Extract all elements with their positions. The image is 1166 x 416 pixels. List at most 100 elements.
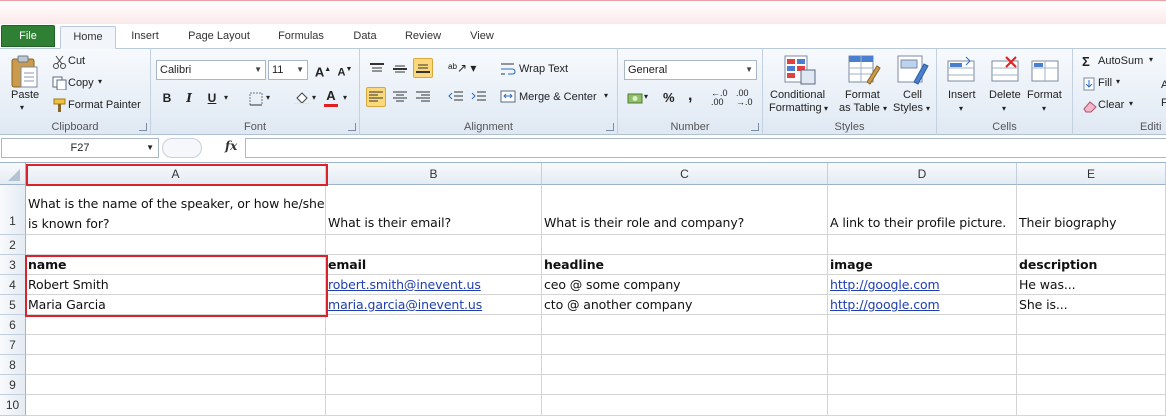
select-all-button[interactable] [0,163,26,185]
cell-e1[interactable]: Their biography [1017,185,1166,235]
cell-b2[interactable] [326,235,542,255]
grow-font-icon[interactable]: A▲ [313,60,333,80]
cell-e10[interactable] [1017,395,1166,416]
paste-button[interactable]: Paste [11,89,39,101]
cell-a8[interactable] [26,355,326,375]
row-header-7[interactable]: 7 [0,335,26,355]
cell-e8[interactable] [1017,355,1166,375]
insert-cells-dropdown-icon[interactable]: ▾ [959,104,963,113]
decrease-indent-icon[interactable] [448,90,464,104]
cell-e7[interactable] [1017,335,1166,355]
clear-button[interactable]: Clear [1098,99,1124,111]
format-painter-button[interactable]: Format Painter [68,99,141,111]
cell-a1[interactable]: What is the name of the speaker, or how … [26,185,326,235]
borders-icon[interactable] [249,92,265,106]
merge-center-dropdown-icon[interactable]: ▾ [604,91,608,100]
font-color-dropdown-icon[interactable]: ▾ [343,93,347,102]
cell-e4[interactable]: He was... [1017,275,1166,295]
tab-insert[interactable]: Insert [120,26,170,49]
cell-a5[interactable]: Maria Garcia [26,295,326,315]
clear-dropdown-icon[interactable]: ▾ [1129,99,1133,108]
cell-c8[interactable] [542,355,828,375]
number-launcher-icon[interactable] [751,123,759,131]
fill-dropdown-icon[interactable]: ▾ [1116,77,1120,86]
bold-button[interactable]: B [157,88,177,108]
font-family-select[interactable]: Calibri ▼ [156,60,266,80]
shrink-font-icon[interactable]: A▼ [335,60,355,80]
sort-filter-label-partial[interactable]: F [1161,97,1166,109]
conditional-formatting-dropdown-icon[interactable]: ▾ [824,104,828,113]
cell-a7[interactable] [26,335,326,355]
align-center-icon[interactable] [392,90,408,104]
cell-d6[interactable] [828,315,1017,335]
fill-color-dropdown-icon[interactable]: ▾ [312,93,316,102]
italic-button[interactable]: I [179,88,199,108]
column-header-b[interactable]: B [326,163,542,185]
fill-color-icon[interactable] [293,90,309,104]
cell-b10[interactable] [326,395,542,416]
alignment-launcher-icon[interactable] [606,123,614,131]
sort-filter-icon-partial[interactable]: A [1161,79,1166,91]
format-as-table-label-2[interactable]: as Table [839,102,880,114]
delete-cells-dropdown-icon[interactable]: ▾ [1002,104,1006,113]
cell-c4[interactable]: ceo @ some company [542,275,828,295]
row-header-8[interactable]: 8 [0,355,26,375]
tab-data[interactable]: Data [342,26,388,49]
cell-c3[interactable]: headline [542,255,828,275]
cell-c5[interactable]: cto @ another company [542,295,828,315]
cell-a3[interactable]: name [26,255,326,275]
insert-cells-button[interactable]: Insert [948,89,976,101]
cell-d1[interactable]: A link to their profile picture. [828,185,1017,235]
align-middle-icon[interactable] [392,62,408,76]
tab-page-layout[interactable]: Page Layout [178,26,260,49]
cell-b6[interactable] [326,315,542,335]
cell-b9[interactable] [326,375,542,395]
cell-styles-label-2[interactable]: Styles [893,102,923,114]
cell-c7[interactable] [542,335,828,355]
cell-e6[interactable] [1017,315,1166,335]
tab-file[interactable]: File [1,25,55,47]
cell-b5[interactable]: maria.garcia@inevent.us [326,295,542,315]
underline-button[interactable]: U [202,88,222,108]
merge-center-button[interactable]: Merge & Center [519,91,597,103]
cell-b1[interactable]: What is their email? [326,185,542,235]
cell-b8[interactable] [326,355,542,375]
align-left-button[interactable] [366,87,386,107]
currency-icon[interactable] [627,91,643,105]
paste-icon[interactable] [9,55,39,89]
cell-d2[interactable] [828,235,1017,255]
row-header-5[interactable]: 5 [0,295,26,315]
cell-a4[interactable]: Robert Smith [26,275,326,295]
align-right-icon[interactable] [415,90,431,104]
row-header-10[interactable]: 10 [0,395,26,416]
clipboard-launcher-icon[interactable] [139,123,147,131]
tab-view[interactable]: View [460,26,504,49]
cell-c1[interactable]: What is their role and company? [542,185,828,235]
borders-dropdown-icon[interactable]: ▾ [266,93,270,102]
row-header-1[interactable]: 1 [0,185,26,235]
comma-button[interactable]: , [688,87,692,105]
formula-input[interactable] [245,138,1166,158]
row-header-9[interactable]: 9 [0,375,26,395]
font-color-icon[interactable]: A [321,86,341,106]
cell-c10[interactable] [542,395,828,416]
cell-b7[interactable] [326,335,542,355]
conditional-formatting-label-1[interactable]: Conditional [770,89,825,101]
align-top-icon[interactable] [369,62,385,76]
copy-dropdown-icon[interactable]: ▾ [98,77,102,86]
percent-button[interactable]: % [663,90,675,105]
cell-d4[interactable]: http://google.com [828,275,1017,295]
format-as-table-dropdown-icon[interactable]: ▾ [883,104,887,113]
autosum-dropdown-icon[interactable]: ▾ [1149,55,1153,64]
cell-e3[interactable]: description [1017,255,1166,275]
delete-cells-button[interactable]: Delete [989,89,1021,101]
number-format-select[interactable]: General ▼ [624,60,757,80]
cell-a6[interactable] [26,315,326,335]
cell-c2[interactable] [542,235,828,255]
fill-button[interactable]: Fill [1098,77,1112,89]
cell-a2[interactable] [26,235,326,255]
conditional-formatting-label-2[interactable]: Formatting [769,102,822,114]
cell-c9[interactable] [542,375,828,395]
format-cells-dropdown-icon[interactable]: ▾ [1042,104,1046,113]
cell-styles-dropdown-icon[interactable]: ▾ [926,104,930,113]
